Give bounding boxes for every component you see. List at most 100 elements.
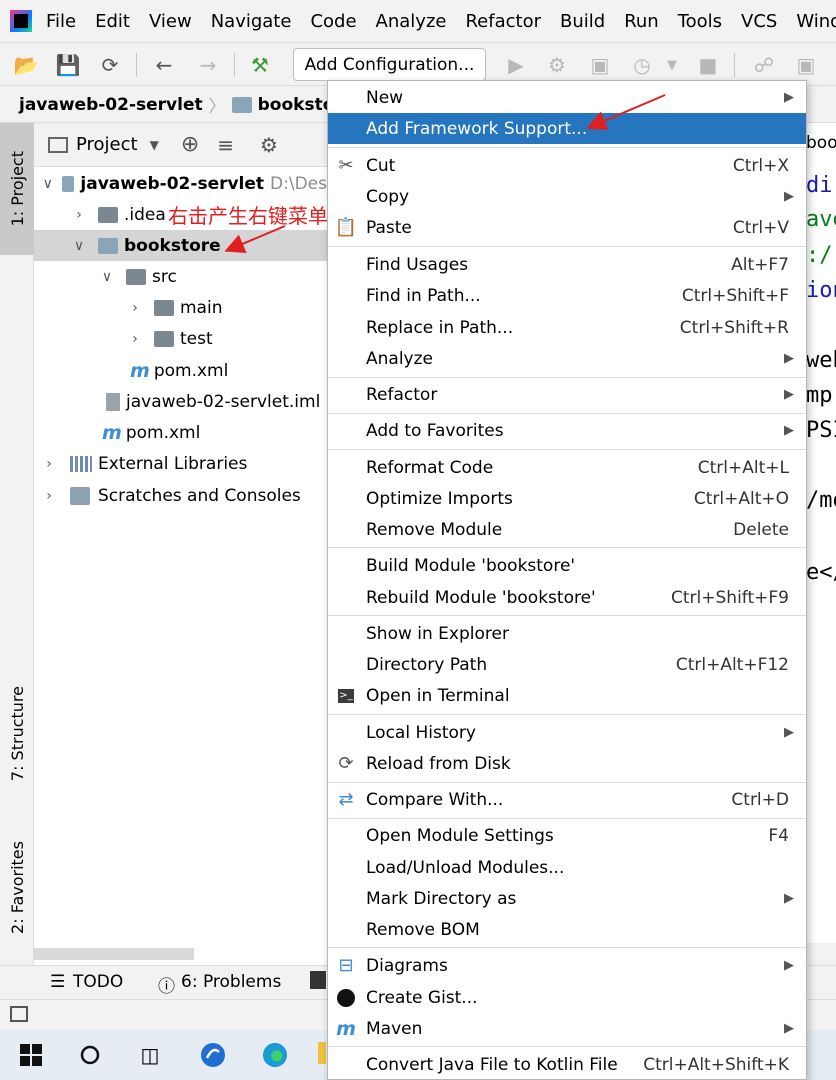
stop-icon[interactable]: ■	[696, 53, 720, 77]
chevron-right-icon[interactable]: ›	[40, 488, 58, 504]
chevron-right-icon[interactable]: ›	[40, 456, 58, 472]
cm-shortcut: Alt+F7	[731, 254, 789, 275]
edge-browser-icon[interactable]	[262, 1042, 288, 1068]
cm-analyze[interactable]: Analyze ▶	[328, 343, 806, 374]
sync-icon[interactable]: ⟳	[98, 53, 122, 77]
cm-find-usages[interactable]: Find Usages Alt+F7	[328, 249, 806, 280]
windows-start-icon[interactable]	[18, 1042, 44, 1068]
collapse-all-icon[interactable]: ≡	[217, 133, 234, 157]
menu-analyze[interactable]: Analyze	[376, 11, 447, 32]
cm-new[interactable]: New ▶	[328, 82, 806, 113]
chevron-right-icon[interactable]: ›	[70, 207, 88, 223]
cm-replace-in-path[interactable]: Replace in Path... Ctrl+Shift+R	[328, 312, 806, 343]
layout-toggle-icon[interactable]	[10, 1006, 28, 1022]
editor-tab[interactable]: boo	[806, 133, 836, 153]
tree-node-pom-inner[interactable]: m pom.xml	[34, 355, 327, 386]
terminal-icon[interactable]	[310, 971, 326, 989]
chevron-down-icon[interactable]: ∨	[98, 269, 116, 285]
menu-navigate[interactable]: Navigate	[211, 11, 292, 32]
tool-tab-favorites[interactable]: 2: Favorites	[0, 823, 34, 951]
cm-remove-module[interactable]: Remove Module Delete	[328, 514, 806, 545]
tool-tab-structure[interactable]: 7: Structure	[0, 669, 34, 799]
breadcrumb-project[interactable]: javaweb-02-servlet	[19, 95, 203, 115]
editor-area[interactable]: boo dir ave :/ ion web mp PSI /mo e</	[806, 123, 836, 943]
back-arrow-icon[interactable]: ←	[152, 53, 176, 77]
cm-compare-with[interactable]: ⇄ Compare With... Ctrl+D	[328, 784, 806, 815]
package-icon[interactable]: ▣	[794, 53, 818, 77]
run-configuration-dropdown[interactable]: Add Configuration...	[293, 48, 486, 81]
chevron-down-icon[interactable]: ▼	[150, 138, 159, 152]
cm-add-framework-support[interactable]: Add Framework Support...	[328, 113, 806, 144]
forward-arrow-icon[interactable]: →	[196, 53, 220, 77]
gear-icon[interactable]: ⚙	[260, 133, 278, 157]
cm-build-module[interactable]: Build Module 'bookstore'	[328, 550, 806, 581]
save-icon[interactable]: 💾	[56, 53, 81, 77]
cm-convert-to-kotlin[interactable]: Convert Java File to Kotlin File Ctrl+Alt…	[328, 1049, 806, 1079]
tree-node-external-libraries[interactable]: › External Libraries	[34, 448, 327, 479]
device-icon[interactable]: ☍	[752, 53, 776, 77]
menu-window[interactable]: Window	[796, 11, 836, 32]
cm-create-gist[interactable]: Create Gist...	[328, 982, 806, 1013]
menu-run[interactable]: Run	[624, 11, 659, 32]
cm-open-module-settings[interactable]: Open Module Settings F4	[328, 820, 806, 851]
editor-line: dir	[806, 173, 836, 198]
tree-node-src[interactable]: ∨ src	[34, 261, 327, 292]
cm-mark-directory-as[interactable]: Mark Directory as ▶	[328, 883, 806, 914]
tool-tab-todo[interactable]: TODO	[73, 972, 123, 992]
cm-load-unload-modules[interactable]: Load/Unload Modules...	[328, 852, 806, 883]
tool-tab-problems[interactable]: 6: Problems	[181, 972, 281, 992]
cm-directory-path[interactable]: Directory Path Ctrl+Alt+F12	[328, 649, 806, 680]
chevron-right-icon[interactable]: ›	[126, 331, 144, 347]
cm-show-in-explorer[interactable]: Show in Explorer	[328, 618, 806, 649]
cm-remove-bom[interactable]: Remove BOM	[328, 914, 806, 945]
cm-add-to-favorites[interactable]: Add to Favorites ▶	[328, 415, 806, 446]
locate-target-icon[interactable]: ⊕	[181, 132, 199, 157]
tree-node-test[interactable]: › test	[34, 323, 327, 354]
menu-refactor[interactable]: Refactor	[465, 11, 541, 32]
tree-label-iml: javaweb-02-servlet.iml	[126, 391, 321, 412]
cm-reformat-code[interactable]: Reformat Code Ctrl+Alt+L	[328, 452, 806, 483]
menu-code[interactable]: Code	[310, 11, 356, 32]
tree-node-iml[interactable]: javaweb-02-servlet.iml	[34, 386, 327, 417]
cm-copy[interactable]: Copy ▶	[328, 181, 806, 212]
cm-diagrams[interactable]: ⊟ Diagrams ▶	[328, 950, 806, 981]
cm-local-history[interactable]: Local History ▶	[328, 717, 806, 748]
cm-refactor[interactable]: Refactor ▶	[328, 379, 806, 410]
chevron-down-icon[interactable]: ∨	[42, 176, 54, 192]
tree-node-pom-outer[interactable]: m pom.xml	[34, 417, 327, 448]
menu-vcs[interactable]: VCS	[741, 11, 777, 32]
cm-maven[interactable]: m Maven ▶	[328, 1013, 806, 1044]
cm-open-in-terminal[interactable]: >_ Open in Terminal	[328, 680, 806, 711]
menu-tools[interactable]: Tools	[678, 11, 722, 32]
open-folder-icon[interactable]: 📂	[14, 53, 39, 77]
cm-optimize-imports[interactable]: Optimize Imports Ctrl+Alt+O	[328, 483, 806, 514]
cm-rebuild-module[interactable]: Rebuild Module 'bookstore' Ctrl+Shift+F9	[328, 582, 806, 613]
run-icon[interactable]: ▶	[504, 53, 528, 77]
file-explorer-icon[interactable]	[318, 1042, 326, 1064]
tree-node-main[interactable]: › main	[34, 292, 327, 323]
chevron-down-icon[interactable]: ▼	[660, 53, 684, 77]
search-circle-icon[interactable]	[77, 1042, 103, 1068]
tree-node-project-root[interactable]: ∨ javaweb-02-servlet D:\Des	[34, 168, 327, 199]
cm-reload-from-disk[interactable]: ⟳ Reload from Disk	[328, 748, 806, 779]
menu-file[interactable]: File	[46, 11, 76, 32]
cm-cut[interactable]: ✂ Cut Ctrl+X	[328, 150, 806, 181]
project-view-selector[interactable]: Project	[76, 134, 138, 155]
horizontal-scrollbar[interactable]	[34, 948, 194, 960]
debug-bug-icon[interactable]: ⚙	[545, 53, 569, 77]
task-view-icon[interactable]: ◫	[137, 1042, 163, 1068]
coverage-icon[interactable]: ▣	[588, 53, 612, 77]
tool-tab-project[interactable]: 1: Project	[0, 123, 34, 255]
cm-find-in-path[interactable]: Find in Path... Ctrl+Shift+F	[328, 280, 806, 311]
tree-node-scratches[interactable]: › Scratches and Consoles	[34, 480, 327, 511]
profile-icon[interactable]: ◷	[630, 53, 654, 77]
tree-node-bookstore[interactable]: ∨ bookstore	[34, 230, 327, 261]
cm-paste[interactable]: 📋 Paste Ctrl+V	[328, 212, 806, 243]
menu-edit[interactable]: Edit	[95, 11, 130, 32]
menu-build[interactable]: Build	[560, 11, 605, 32]
chevron-right-icon[interactable]: ›	[126, 300, 144, 316]
chevron-down-icon[interactable]: ∨	[70, 238, 88, 254]
app-swirl-icon[interactable]	[200, 1042, 226, 1068]
build-hammer-icon[interactable]: ⚒	[248, 53, 272, 77]
menu-view[interactable]: View	[149, 11, 192, 32]
